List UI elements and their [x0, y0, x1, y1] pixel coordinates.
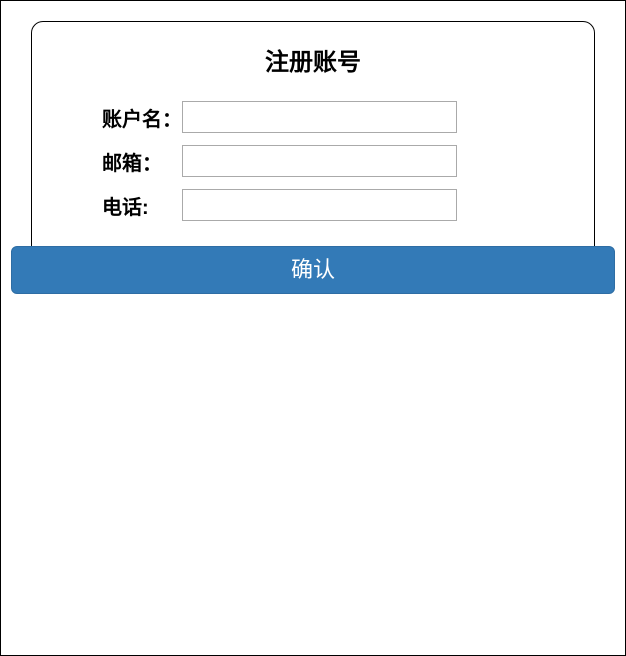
email-input[interactable] [182, 145, 457, 177]
email-label: 邮箱： [72, 147, 182, 176]
form-title: 注册账号 [32, 42, 594, 77]
username-label: 账户名： [72, 103, 182, 132]
phone-input[interactable] [182, 189, 457, 221]
phone-row: 电话: [32, 189, 594, 221]
registration-card: 注册账号 账户名： 邮箱： 电话: [31, 21, 595, 258]
submit-button[interactable]: 确认 [11, 246, 615, 294]
phone-label: 电话: [72, 191, 182, 220]
username-input[interactable] [182, 101, 457, 133]
username-row: 账户名： [32, 101, 594, 133]
email-row: 邮箱： [32, 145, 594, 177]
